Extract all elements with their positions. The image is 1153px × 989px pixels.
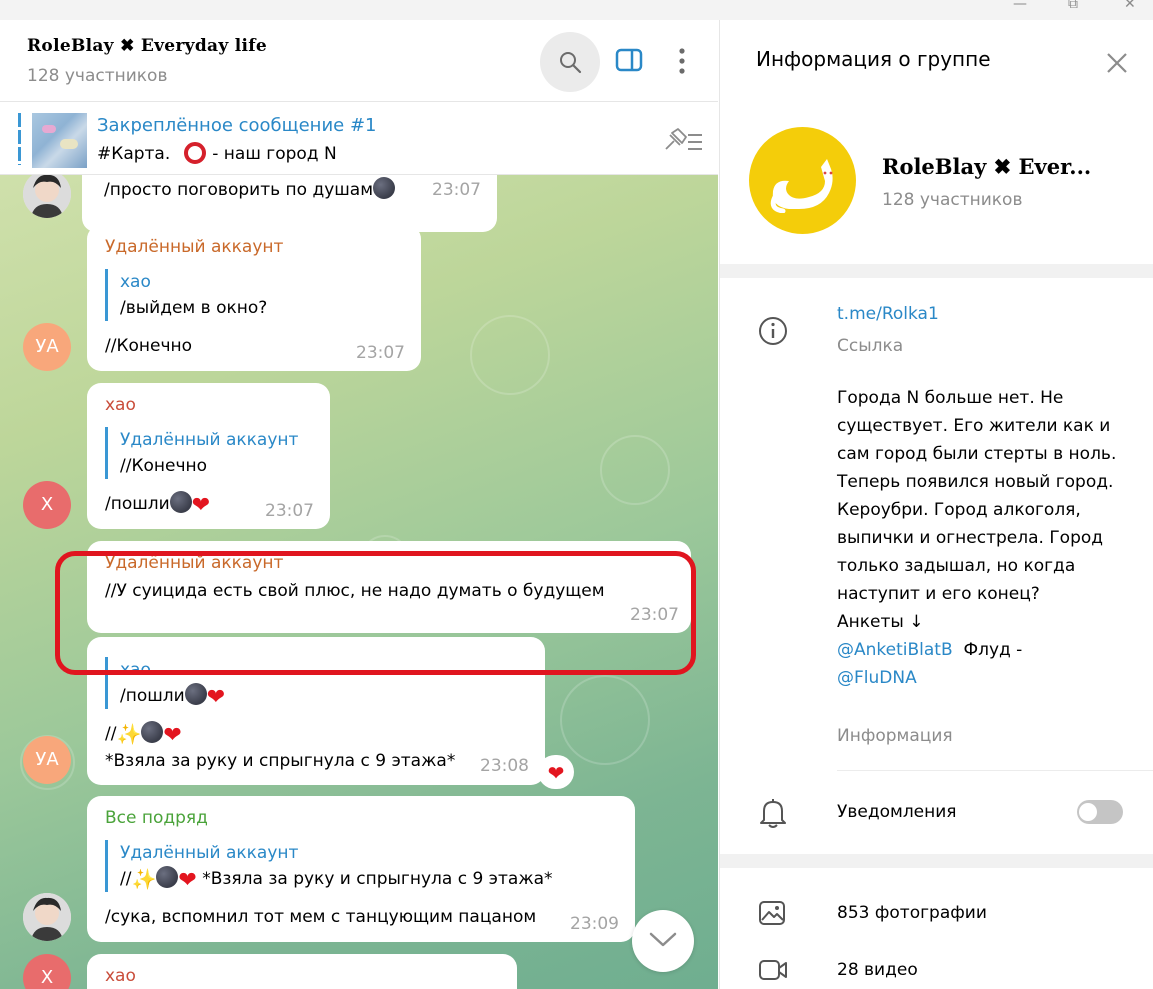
quote-text: /выйдем в окно?	[120, 298, 268, 318]
video-icon	[759, 960, 787, 980]
anketi-label: Анкеты ↓	[837, 612, 924, 632]
notifications-toggle[interactable]	[1077, 800, 1123, 824]
maximize-icon[interactable]: ⧉	[1068, 0, 1078, 12]
red-circle-icon	[184, 142, 207, 164]
avatar[interactable]: Х	[23, 481, 71, 529]
quote-text: //Конечно	[120, 456, 208, 476]
chat-title[interactable]: RoleBlay ✖ Everyday life	[27, 36, 267, 56]
anketi-link[interactable]: @AnketiBlatB	[837, 640, 953, 660]
scroll-to-bottom-button[interactable]	[632, 910, 694, 972]
chat-pane: RoleBlay ✖ Everyday life 128 участников …	[0, 20, 718, 989]
reply-quote[interactable]: хао /выйдем в окно?	[105, 269, 267, 321]
avatar[interactable]: УА	[23, 323, 71, 371]
new-moon-emoji	[156, 866, 179, 888]
message-sender[interactable]: Все подряд	[105, 808, 208, 828]
heart-emoji: ❤	[163, 723, 182, 748]
chat-member-count: 128 участников	[27, 66, 168, 86]
section-divider	[720, 854, 1153, 868]
sparkles-emoji: ✨	[116, 722, 142, 746]
message-time: 23:07	[432, 180, 481, 200]
sparkles-emoji: ✨	[131, 867, 157, 891]
new-moon-emoji	[169, 491, 192, 513]
message-text: //✨ ❤	[105, 721, 182, 748]
pinned-indicator	[18, 113, 21, 165]
quote-author: Удалённый аккаунт	[120, 843, 299, 863]
pinned-message-bar[interactable]: Закреплённое сообщение #1 #Карта. - наш г…	[0, 103, 718, 175]
quote-text: /пошли ❤	[120, 683, 226, 710]
link-caption: Ссылка	[837, 336, 904, 356]
divider	[837, 770, 1153, 771]
cat-logo-icon	[770, 159, 833, 213]
group-description: Города N больше нет. Не существует. Его …	[837, 384, 1127, 692]
message-bubble[interactable]: Все подряд Удалённый аккаунт //✨ ❤ *Взяла…	[87, 796, 635, 942]
heart-emoji: ❤	[206, 685, 226, 710]
highlight-box	[55, 551, 696, 675]
chat-header[interactable]: RoleBlay ✖ Everyday life 128 участников	[0, 20, 718, 102]
reply-quote[interactable]: Удалённый аккаунт //✨ ❤ *Взяла за руку и …	[105, 840, 553, 892]
message-sender[interactable]: хао	[105, 395, 136, 415]
search-icon	[560, 52, 582, 74]
avatar[interactable]: УА	[23, 736, 71, 784]
message-text: /просто поговорить по душам	[104, 177, 396, 203]
message-bubble[interactable]: хао Удалённый аккаунт //Конечно /пошли ❤ …	[87, 383, 330, 529]
quote-author: Удалённый аккаунт	[120, 430, 299, 450]
reply-quote[interactable]: Удалённый аккаунт //Конечно	[105, 427, 298, 479]
group-name: RoleBlay ✖ Ever...	[882, 154, 1092, 179]
group-member-count[interactable]: 128 участников	[882, 190, 1022, 210]
more-options-icon[interactable]	[676, 47, 688, 75]
videos-count[interactable]: 28 видео	[837, 960, 918, 980]
group-info-panel: Информация о группе RoleBlay ✖ Ever... 1…	[719, 20, 1153, 989]
message-text: //Конечно	[105, 336, 193, 356]
new-moon-emoji	[141, 721, 164, 743]
window-titlebar: — ⧉ ✕	[0, 0, 1153, 20]
message-text: /сука, вспомнил тот мем с танцующим паца…	[105, 907, 537, 927]
toggle-knob	[1079, 803, 1097, 821]
quote-author: хао	[120, 272, 151, 292]
message-bubble[interactable]: хао	[87, 954, 517, 989]
description-text: Города N больше нет. Не существует. Его …	[837, 388, 1117, 604]
avatar[interactable]	[23, 893, 71, 941]
group-link[interactable]: t.me/Rolka1	[837, 304, 939, 324]
close-icon[interactable]	[1106, 52, 1128, 74]
heart-reaction[interactable]: ❤	[538, 755, 574, 789]
photos-count[interactable]: 853 фотографии	[837, 903, 987, 923]
message-time: 23:07	[265, 501, 314, 521]
message-text: /пошли ❤	[105, 491, 211, 518]
message-time: 23:09	[570, 914, 619, 934]
message-time: 23:08	[480, 756, 529, 776]
heart-emoji: ❤	[191, 493, 211, 518]
quote-text: //✨ ❤ *Взяла за руку и спрыгнула с 9 этаж…	[120, 866, 553, 893]
section-divider	[720, 264, 1153, 278]
info-icon	[759, 317, 787, 345]
new-moon-emoji	[184, 683, 207, 705]
message-time: 23:07	[356, 343, 405, 363]
message-sender[interactable]: хао	[105, 966, 136, 986]
message-bubble[interactable]: /просто поговорить по душам 23:07	[82, 170, 497, 232]
sidebar-toggle-icon[interactable]	[615, 48, 643, 72]
avatar[interactable]	[23, 170, 71, 218]
pinned-title: Закреплённое сообщение #1	[97, 115, 377, 136]
chevron-down-icon	[649, 932, 677, 947]
search-button[interactable]	[540, 32, 600, 92]
bell-icon	[760, 799, 786, 828]
photo-icon	[759, 901, 785, 925]
message-sender[interactable]: Удалённый аккаунт	[105, 237, 283, 257]
close-window-icon[interactable]: ✕	[1124, 0, 1136, 12]
heart-icon: ❤	[547, 761, 565, 785]
heart-emoji: ❤	[178, 868, 197, 893]
new-moon-emoji	[373, 177, 396, 199]
message-text-line2: *Взяла за руку и спрыгнула с 9 этажа*	[105, 751, 456, 771]
pinned-list-icon[interactable]	[662, 127, 704, 155]
group-avatar[interactable]	[749, 127, 856, 234]
pinned-text: #Карта. - наш город N	[97, 142, 337, 164]
notifications-label: Уведомления	[837, 802, 957, 822]
flood-link[interactable]: @FluDNA	[837, 664, 1127, 692]
minimize-icon[interactable]: —	[1013, 0, 1027, 12]
message-bubble[interactable]: Удалённый аккаунт хао /выйдем в окно? //…	[87, 225, 421, 371]
flood-label: Флуд -	[963, 640, 1023, 660]
description-caption: Информация	[837, 726, 953, 746]
pinned-map-thumbnail	[32, 113, 87, 168]
info-title: Информация о группе	[756, 47, 991, 71]
